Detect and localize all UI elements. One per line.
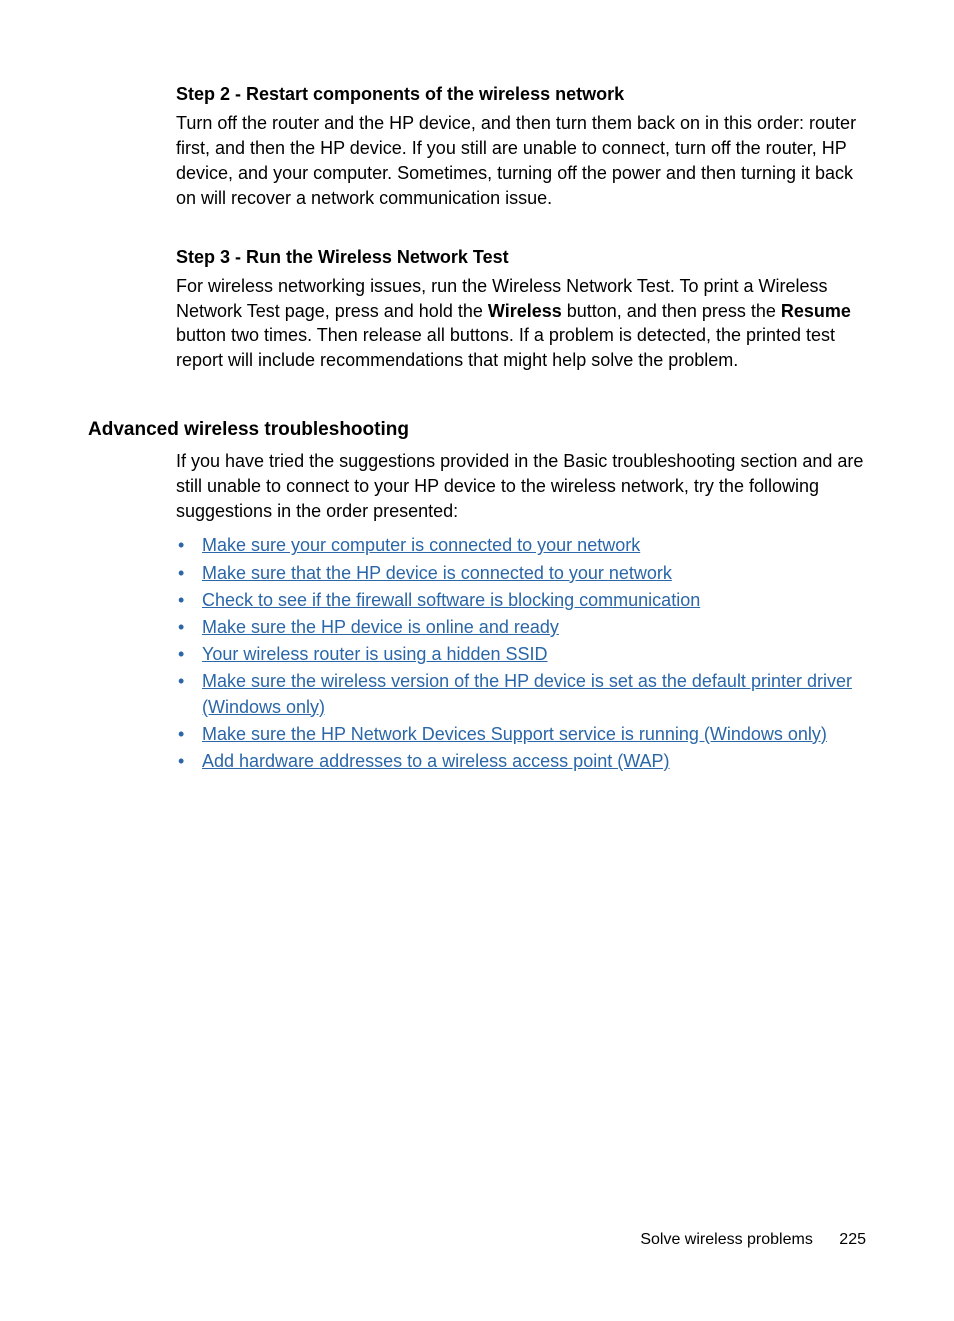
link-firewall-blocking[interactable]: Check to see if the firewall software is… — [202, 590, 700, 610]
link-network-devices-support[interactable]: Make sure the HP Network Devices Support… — [202, 724, 827, 744]
step-3-body-post: button two times. Then release all butto… — [176, 325, 835, 370]
step-3-body-mid: button, and then press the — [562, 301, 781, 321]
link-hidden-ssid[interactable]: Your wireless router is using a hidden S… — [202, 644, 548, 664]
list-item: Make sure your computer is connected to … — [176, 533, 866, 558]
link-online-ready[interactable]: Make sure the HP device is online and re… — [202, 617, 559, 637]
list-item: Your wireless router is using a hidden S… — [176, 642, 866, 667]
step-3-block: Step 3 - Run the Wireless Network Test F… — [176, 245, 866, 374]
link-wap-hardware-addresses[interactable]: Add hardware addresses to a wireless acc… — [202, 751, 670, 771]
section-intro: If you have tried the suggestions provid… — [176, 449, 866, 523]
step-3-body: For wireless networking issues, run the … — [176, 274, 866, 373]
step-2-title: Step 2 - Restart components of the wirel… — [176, 82, 866, 107]
section-heading-adv-troubleshooting: Advanced wireless troubleshooting — [88, 419, 866, 441]
step-3-title: Step 3 - Run the Wireless Network Test — [176, 245, 866, 270]
step-2-block: Step 2 - Restart components of the wirel… — [176, 82, 866, 211]
document-page: Step 2 - Restart components of the wirel… — [0, 0, 954, 774]
step-3-bold-wireless: Wireless — [488, 301, 562, 321]
footer-page-number: 225 — [839, 1231, 866, 1248]
page-footer: Solve wireless problems 225 — [640, 1231, 866, 1249]
list-item: Make sure the HP Network Devices Support… — [176, 722, 866, 747]
link-hp-device-connected[interactable]: Make sure that the HP device is connecte… — [202, 563, 672, 583]
list-item: Make sure the wireless version of the HP… — [176, 669, 866, 719]
list-item: Make sure the HP device is online and re… — [176, 615, 866, 640]
step-2-body: Turn off the router and the HP device, a… — [176, 111, 866, 210]
list-item: Check to see if the firewall software is… — [176, 588, 866, 613]
bullet-link-list: Make sure your computer is connected to … — [176, 533, 866, 774]
list-item: Make sure that the HP device is connecte… — [176, 561, 866, 586]
link-default-printer-driver[interactable]: Make sure the wireless version of the HP… — [202, 671, 852, 716]
list-item: Add hardware addresses to a wireless acc… — [176, 749, 866, 774]
footer-section-title: Solve wireless problems — [640, 1231, 813, 1248]
link-computer-connected[interactable]: Make sure your computer is connected to … — [202, 535, 640, 555]
step-3-bold-resume: Resume — [781, 301, 851, 321]
